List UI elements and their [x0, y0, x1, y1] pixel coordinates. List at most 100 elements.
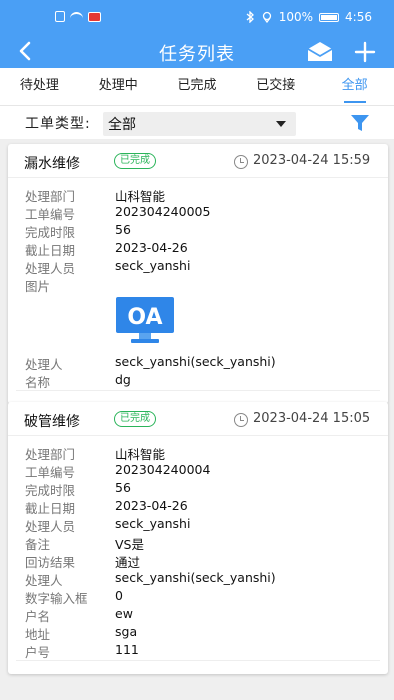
oa-image-text: OA [127, 305, 162, 330]
field-row: 完成时限 56 [8, 222, 388, 240]
field-row: 工单编号 202304240004 [8, 462, 388, 480]
status-badge: 已完成 [114, 411, 156, 427]
tab-0[interactable]: 待处理 [0, 68, 79, 105]
field-label: 完成时限 [25, 225, 76, 240]
filter-icon[interactable] [350, 114, 370, 132]
clock-icon [234, 155, 248, 169]
field-value: 通过 [115, 555, 141, 570]
field-label: 户名 [25, 609, 51, 624]
field-label: 截止日期 [25, 243, 76, 258]
field-row: 数字输入框 0 [8, 588, 388, 606]
notification-icon [55, 11, 65, 22]
field-row: 处理部门 山科智能 [8, 186, 388, 204]
image-row: OA [8, 294, 388, 354]
field-label: 处理人 [25, 357, 63, 372]
status-bar: 100% 4:56 [0, 0, 394, 36]
field-value: ew [115, 606, 133, 621]
field-value: seck_yanshi(seck_yanshi) [115, 354, 276, 369]
tab-1[interactable]: 处理中 [79, 68, 158, 105]
field-row: 地址 sga [8, 624, 388, 642]
location-icon [262, 11, 271, 23]
task-card[interactable]: 漏水维修 已完成 2023-04-24 15:59 处理部门 山科智能工单编号 20230… [8, 144, 388, 404]
field-label: 处理部门 [25, 447, 76, 462]
field-row: 处理人 seck_yanshi(seck_yanshi) [8, 354, 388, 372]
field-label: 工单编号 [25, 465, 76, 480]
field-value: seck_yanshi(seck_yanshi) [115, 570, 276, 585]
field-value: sga [115, 624, 138, 639]
filter-label: 工单类型: [25, 116, 91, 132]
status-right-area: 100% 4:56 [245, 10, 372, 24]
field-label: 备注 [25, 537, 51, 552]
field-label: 地址 [25, 627, 51, 642]
clock-icon [234, 413, 248, 427]
field-label: 回访结果 [25, 555, 76, 570]
status-tabs: 待处理 处理中 已完成 已交接 全部 [0, 68, 394, 106]
work-order-type: 漏水维修 [24, 156, 80, 172]
status-left-icons [55, 11, 101, 22]
field-value: seck_yanshi [115, 258, 191, 273]
tab-4[interactable]: 全部 [315, 68, 394, 105]
work-order-type: 破管维修 [24, 414, 80, 430]
field-label: 处理人员 [25, 519, 76, 534]
field-value: 山科智能 [115, 447, 166, 462]
field-row: 处理人 seck_yanshi(seck_yanshi) [8, 570, 388, 588]
battery-percent: 100% [278, 10, 314, 24]
task-list: 漏水维修 已完成 2023-04-24 15:59 处理部门 山科智能 工单编号 20230… [0, 140, 394, 700]
wifi-icon [70, 11, 83, 22]
field-label: 处理人员 [25, 261, 76, 276]
field-value: 202304240005 [115, 204, 211, 219]
field-label: 完成时限 [25, 483, 76, 498]
field-value: 56 [115, 222, 131, 237]
field-label: 数字输入框 [25, 591, 88, 606]
field-value: 2023-04-26 [115, 498, 188, 513]
oa-image-thumbnail[interactable]: OA [115, 296, 175, 346]
field-label: 处理人 [25, 573, 63, 588]
field-label: 图片 [25, 279, 51, 294]
field-row: 户名 ew [8, 606, 388, 624]
tab-3[interactable]: 已交接 [236, 68, 315, 105]
field-value: dg [115, 372, 131, 387]
status-badge: 已完成 [114, 153, 156, 169]
card-header: 破管维修 已完成 2023-04-24 15:05 [8, 402, 388, 436]
image-label-row: 图片 [8, 276, 388, 294]
dropdown-arrow-icon [276, 121, 286, 127]
card-footer [16, 660, 380, 674]
field-value: 202304240004 [115, 462, 211, 477]
field-value: 111 [115, 642, 139, 657]
card-body: 处理部门 山科智能工单编号 202304240005 完成时限 56 截止日期 2023-0… [8, 178, 388, 390]
select-value: 全部 [108, 117, 136, 133]
work-order-type-select[interactable]: 全部 [103, 112, 296, 136]
page-title: 任务列表 [159, 44, 235, 65]
task-card[interactable]: 破管维修 已完成 2023-04-24 15:05 处理部门 山科智能工单编号 20230… [8, 402, 388, 674]
field-row: 工单编号 202304240005 [8, 204, 388, 222]
created-time: 2023-04-24 15:05 [253, 411, 371, 426]
field-row: 回访结果 通过 [8, 552, 388, 570]
field-value: 2023-04-26 [115, 240, 188, 255]
field-row: 处理人员 seck_yanshi [8, 516, 388, 534]
add-icon[interactable] [352, 39, 378, 65]
field-label: 截止日期 [25, 501, 76, 516]
field-row: 户号 111 [8, 642, 388, 660]
mail-open-icon[interactable] [306, 40, 334, 62]
created-time: 2023-04-24 15:59 [253, 153, 371, 168]
field-value: seck_yanshi [115, 516, 191, 531]
app-notification-icon [88, 11, 101, 22]
tab-2[interactable]: 已完成 [158, 68, 237, 105]
card-body: 处理部门 山科智能工单编号 202304240004 完成时限 56 截止日期 2023-0… [8, 436, 388, 660]
field-row: 完成时限 56 [8, 480, 388, 498]
field-row: 名称 dg [8, 372, 388, 390]
field-label: 户号 [25, 645, 51, 660]
field-row: 备注 VS是 [8, 534, 388, 552]
field-value: 0 [115, 588, 123, 603]
field-row: 处理人员 seck_yanshi [8, 258, 388, 276]
bluetooth-icon [246, 11, 254, 23]
field-label: 工单编号 [25, 207, 76, 222]
field-value: 山科智能 [115, 189, 166, 204]
filter-bar: 工单类型: 全部 [0, 106, 394, 140]
field-label: 处理部门 [25, 189, 76, 204]
card-header: 漏水维修 已完成 2023-04-24 15:59 [8, 144, 388, 178]
field-value: VS是 [115, 537, 144, 552]
field-value: 56 [115, 480, 131, 495]
field-row: 截止日期 2023-04-26 [8, 240, 388, 258]
field-row: 截止日期 2023-04-26 [8, 498, 388, 516]
